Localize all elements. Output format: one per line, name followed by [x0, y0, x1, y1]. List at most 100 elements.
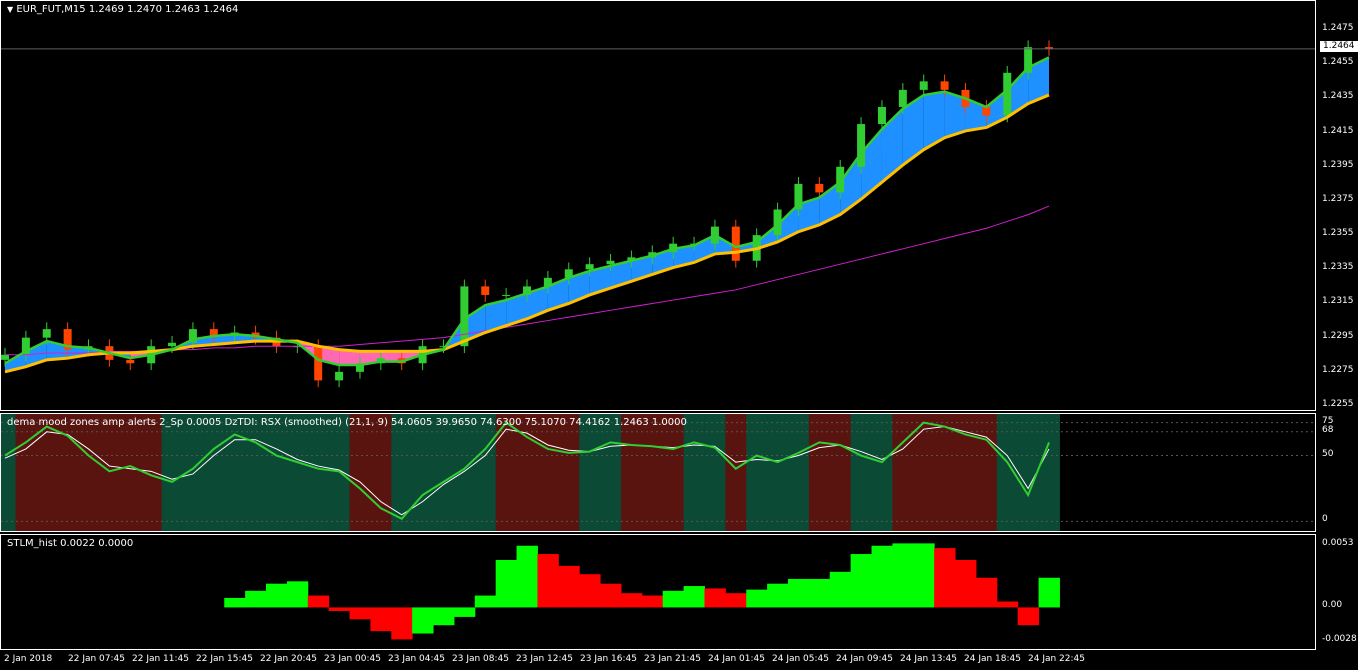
time-axis-label: 23 Jan 21:45: [644, 654, 701, 664]
hist-bar: [412, 607, 434, 634]
candle-body: [168, 342, 177, 347]
hist-bar: [245, 590, 267, 608]
main-pane-title: ▼ EUR_FUT,M15 1.2469 1.2470 1.2463 1.246…: [7, 4, 238, 15]
tdi-axis-label: 0: [1322, 514, 1328, 525]
candle-body: [481, 286, 490, 295]
main-chart-svg: [1, 40, 1315, 388]
candle-body: [606, 260, 615, 265]
hist-axis-label: 0.00: [1322, 600, 1343, 611]
candle-body: [314, 346, 323, 381]
price-axis-label: 1.2415: [1322, 125, 1354, 136]
price-axis-label: 1.2275: [1322, 364, 1354, 375]
time-axis-label: 24 Jan 13:45: [900, 654, 957, 664]
candle-body: [857, 124, 866, 167]
hist-bar: [370, 607, 392, 632]
price-axis-label: 1.2315: [1322, 296, 1354, 307]
hist-bar: [286, 581, 309, 608]
hist-bar: [767, 583, 789, 608]
hist-bar: [662, 590, 685, 608]
price-axis-label: 1.2355: [1322, 228, 1354, 239]
hist-bar: [349, 607, 371, 620]
hist-bar: [516, 545, 538, 608]
time-axis-label: 24 Jan 05:45: [772, 654, 829, 664]
price-axis-label: 1.2435: [1322, 91, 1354, 102]
tdi-zone-bar: [245, 414, 267, 531]
hist-axis-label: 0.0053: [1322, 537, 1354, 548]
hist-bar: [579, 574, 601, 608]
time-axis-label: 24 Jan 09:45: [836, 654, 893, 664]
price-axis-label: 1.2395: [1322, 159, 1354, 170]
hist-bar: [474, 595, 497, 608]
hist-bar: [704, 588, 726, 608]
tdi-pane-title: dema mood zones amp alerts 2_Sp 0.0005 D…: [7, 417, 687, 428]
time-axis-label: 23 Jan 08:45: [452, 654, 509, 664]
hist-bar: [307, 595, 330, 608]
candle-body: [335, 371, 344, 381]
candle-body: [42, 329, 51, 338]
main-price-pane[interactable]: ▼ EUR_FUT,M15 1.2469 1.2470 1.2463 1.246…: [0, 0, 1316, 411]
tdi-axis-label: 68: [1322, 424, 1334, 435]
tdi-indicator-pane[interactable]: dema mood zones amp alerts 2_Sp 0.0005 D…: [0, 413, 1316, 532]
main-title-text: EUR_FUT,M15 1.2469 1.2470 1.2463 1.2464: [16, 4, 239, 15]
price-axis-label: 1.2475: [1322, 23, 1354, 34]
candle-body: [877, 106, 886, 125]
hist-bar: [620, 593, 643, 608]
hist-bar: [934, 548, 956, 608]
hist-bar: [975, 577, 998, 608]
tdi-zone-bar: [119, 414, 142, 531]
hist-bar: [955, 559, 977, 608]
time-axis-label: 22 Jan 11:45: [132, 654, 189, 664]
candle-body: [815, 183, 824, 193]
candle-body: [731, 226, 740, 261]
hist-bar: [913, 543, 935, 608]
hist-bar: [1038, 577, 1060, 608]
time-axis-label: 24 Jan 18:45: [964, 654, 1021, 664]
time-axis-label: 24 Jan 22:45: [1028, 654, 1085, 664]
hist-bar: [433, 607, 455, 626]
hist-bar: [850, 554, 873, 608]
collapse-triangle-icon[interactable]: ▼: [7, 5, 13, 14]
hist-bar: [996, 601, 1019, 608]
hist-bar: [600, 583, 622, 608]
time-axis-label: 22 Jan 15:45: [196, 654, 253, 664]
price-axis-label: 1.2295: [1322, 330, 1354, 341]
time-axis-label: 22 Jan 07:45: [68, 654, 125, 664]
hist-bar: [328, 607, 351, 611]
time-axis-label: 23 Jan 04:45: [388, 654, 445, 664]
hist-bar: [537, 554, 559, 608]
candle-body: [502, 294, 511, 296]
hist-bar: [266, 583, 288, 608]
hist-bar: [829, 571, 852, 608]
hist-bar: [558, 565, 580, 608]
hist-bar: [495, 559, 518, 608]
hist-chart-svg: [224, 543, 1060, 640]
current-price-box: 1.2464: [1320, 41, 1358, 52]
tdi-chart-svg: [1, 414, 1315, 531]
tdi-zone-bar: [1, 414, 16, 531]
tdi-axis-label: 50: [1322, 448, 1334, 459]
tdi-zone-bar: [307, 414, 330, 531]
hist-pane-title: STLM_hist 0.0022 0.0000: [7, 538, 134, 549]
candle-body: [898, 89, 907, 107]
candle-body: [1003, 72, 1012, 116]
hist-bar: [892, 543, 914, 608]
tdi-zone-bar: [600, 414, 622, 531]
time-axis-label: 2 Jan 2018: [4, 654, 53, 664]
hist-bar: [1017, 607, 1040, 626]
tdi-zone-bar: [537, 414, 559, 531]
time-axis-label: 23 Jan 16:45: [580, 654, 637, 664]
time-axis-label: 24 Jan 01:45: [708, 654, 765, 664]
candle-body: [940, 81, 949, 90]
tdi-zone-bar: [662, 414, 685, 531]
stlm-hist-pane[interactable]: STLM_hist 0.0022 0.0000: [0, 534, 1316, 650]
candle-body: [919, 81, 928, 90]
candle-body: [1, 354, 9, 360]
hist-bar: [641, 595, 664, 608]
hist-bar: [224, 597, 246, 608]
hist-bar: [725, 593, 747, 608]
time-axis-label: 23 Jan 12:45: [516, 654, 573, 664]
hist-bar: [391, 607, 413, 640]
hist-bar: [453, 607, 476, 617]
candle-body: [126, 359, 135, 364]
tdi-zone-bar: [892, 414, 914, 531]
